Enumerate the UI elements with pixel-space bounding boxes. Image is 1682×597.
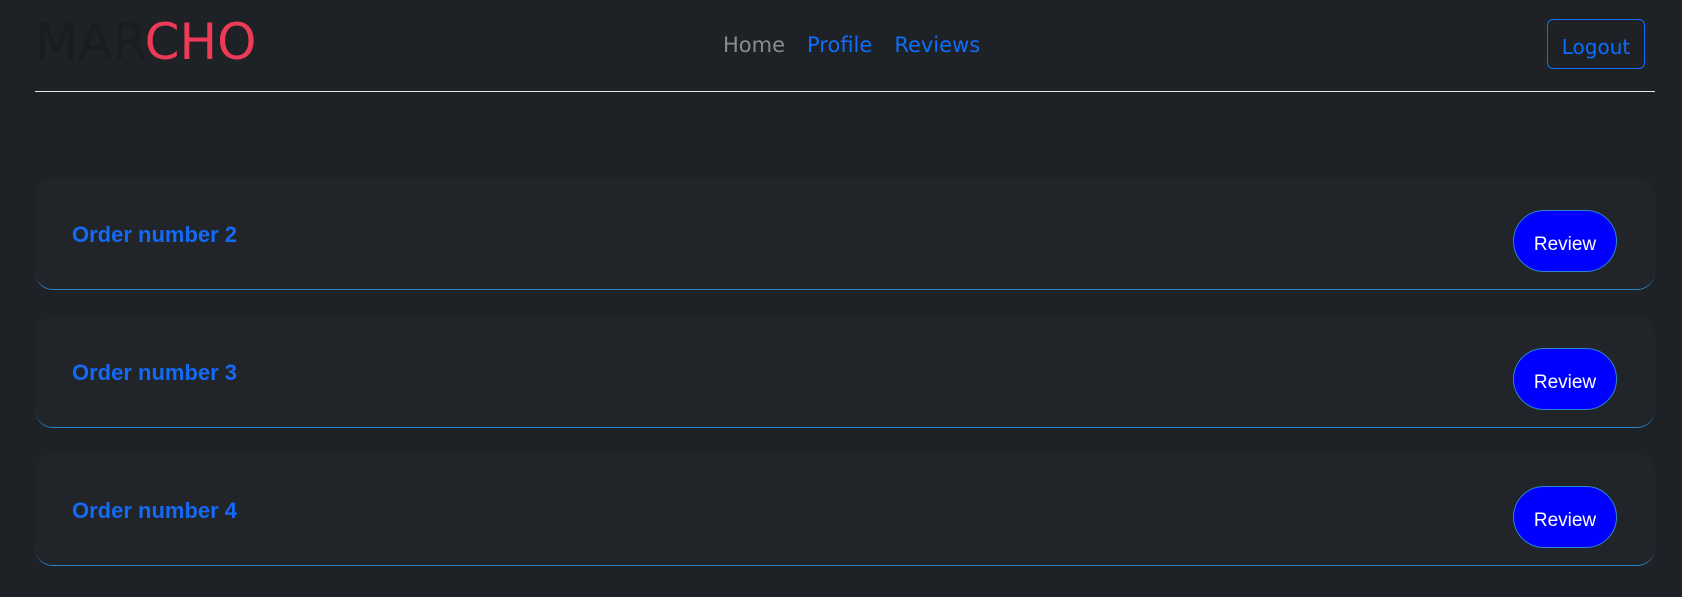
- logo-part-dark: MAR: [35, 13, 145, 71]
- order-title: Order number 3: [72, 360, 238, 385]
- nav-link-home[interactable]: Home: [723, 33, 785, 57]
- navbar: MARCHO Home Profile Reviews Logout: [35, 0, 1655, 92]
- brand-logo[interactable]: MARCHO: [35, 16, 256, 68]
- order-card: Order number 4 Review: [35, 454, 1655, 566]
- order-card: Order number 2 Review: [35, 178, 1655, 290]
- orders-list: Order number 2 Review Order number 3 Rev…: [35, 178, 1655, 592]
- order-title: Order number 2: [72, 222, 238, 247]
- review-button[interactable]: Review: [1513, 486, 1617, 548]
- main-nav: Home Profile Reviews: [723, 30, 980, 60]
- logo-part-red: CHO: [144, 13, 257, 71]
- order-card: Order number 3 Review: [35, 316, 1655, 428]
- review-button[interactable]: Review: [1513, 210, 1617, 272]
- nav-link-reviews[interactable]: Reviews: [894, 33, 980, 57]
- logout-button[interactable]: Logout: [1547, 19, 1645, 69]
- order-title: Order number 4: [72, 498, 238, 523]
- review-button[interactable]: Review: [1513, 348, 1617, 410]
- nav-link-profile[interactable]: Profile: [807, 33, 872, 57]
- page: MARCHO Home Profile Reviews Logout Order…: [0, 0, 1682, 597]
